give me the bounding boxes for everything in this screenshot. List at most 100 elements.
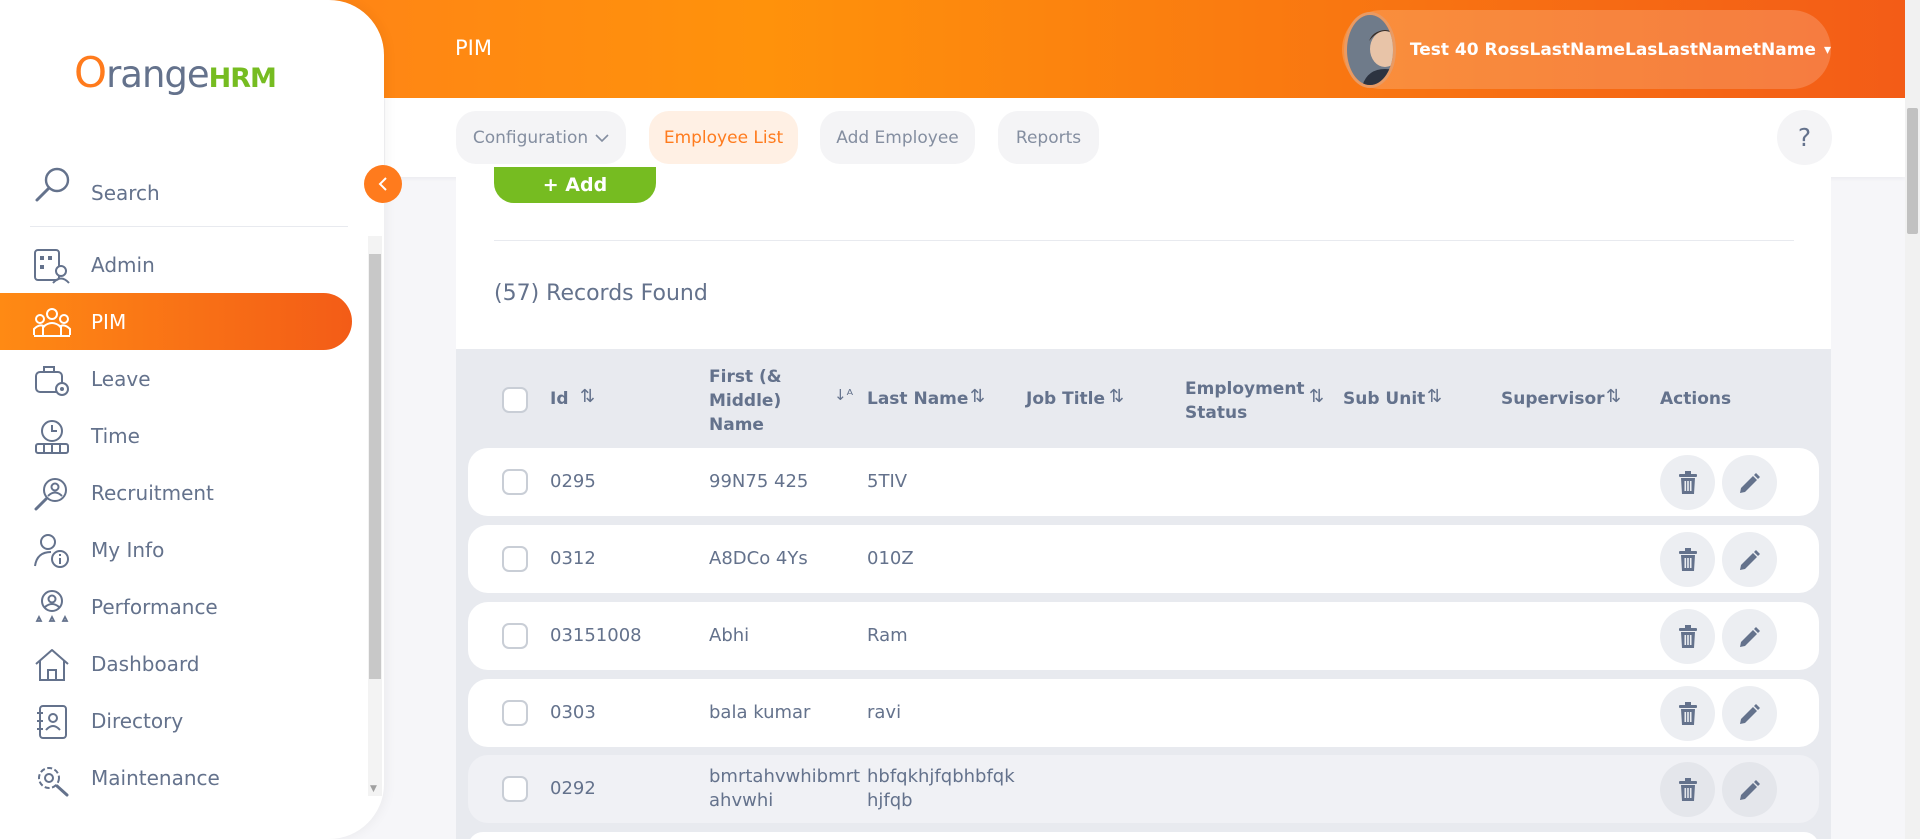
sort-icon[interactable]: ⇅ [1109,386,1124,407]
header-last-name: Last Name [867,389,969,409]
trash-icon [1678,777,1697,801]
search-label: Search [91,181,160,205]
edit-button[interactable] [1722,686,1777,741]
table-row[interactable]: 0303 bala kumar ravi [468,679,1819,747]
tab-employee-list[interactable]: Employee List [649,111,798,164]
header-job-title: Job Title [1026,389,1105,409]
pencil-icon [1739,703,1760,724]
sidebar-item-label: Performance [91,594,218,619]
cell-id: 0292 [550,778,596,799]
records-found-label: (57) Records Found [494,281,708,306]
pencil-icon [1739,549,1760,570]
table-row[interactable]: 0312 A8DCo 4Ys 010Z [468,525,1819,593]
sort-icon[interactable]: ⇅ [970,386,985,407]
sidebar-item-time[interactable]: Time [0,407,352,464]
cell-last-name-cont: hjfqb [867,790,913,811]
select-all-checkbox[interactable] [502,387,528,413]
my-info-icon [34,534,69,568]
table-row[interactable]: 0295 99N75 425 5TIV [468,448,1819,516]
performance-icon [35,590,69,622]
delete-button[interactable] [1660,455,1715,510]
sidebar-item-performance[interactable]: Performance [0,578,352,635]
edit-button[interactable] [1722,532,1777,587]
divider [494,240,1794,241]
page-scrollbar[interactable] [1905,0,1920,839]
configuration-menu[interactable]: Configuration [456,111,626,164]
sidebar-item-directory[interactable]: Directory [0,692,352,749]
admin-icon [34,249,70,284]
help-button[interactable]: ? [1777,110,1832,165]
header-employment-status-line2: Status [1185,403,1248,423]
pencil-icon [1739,472,1760,493]
header-first-name-line3: Name [709,415,764,435]
collapse-sidebar-button[interactable] [364,165,402,203]
cell-first-name: Abhi [709,625,750,646]
sidebar-item-label: Maintenance [91,765,220,790]
row-checkbox[interactable] [502,623,528,649]
sidebar-item-recruitment[interactable]: Recruitment [0,464,352,521]
sidebar-item-leave[interactable]: Leave [0,350,352,407]
sidebar-item-label: PIM [91,309,127,334]
add-employee-button[interactable]: + Add [494,167,656,203]
cell-first-name: bala kumar [709,702,811,723]
edit-button[interactable] [1722,762,1777,817]
cell-last-name: 010Z [867,548,914,569]
trash-icon [1678,470,1697,494]
module-title: PIM [455,36,492,60]
row-checkbox[interactable] [502,546,528,572]
edit-button[interactable] [1722,455,1777,510]
edit-button[interactable] [1722,609,1777,664]
tab-reports[interactable]: Reports [998,111,1099,164]
logo-o: O [74,48,107,97]
trash-icon [1678,624,1697,648]
sidebar-item-dashboard[interactable]: Dashboard [0,635,352,692]
header-first-name-line1: First (& [709,367,782,387]
header-first-name-line2: Middle) [709,391,782,411]
row-checkbox[interactable] [502,469,528,495]
table-row[interactable]: 0292 bmrtahvwhibmrt ahvwhi hbfqkhjfqbhbf… [468,755,1819,823]
employee-table: Id ⇅ First (& Middle) Name ↓ᴬ Last Name … [456,349,1831,839]
logo-hrm: HRM [208,63,277,94]
row-checkbox[interactable] [502,776,528,802]
sort-ascending-icon[interactable]: ↓ᴬ [834,386,853,404]
user-avatar [1344,11,1396,88]
sort-icon[interactable]: ⇅ [580,386,595,407]
sidebar-item-admin[interactable]: Admin [0,236,352,293]
sidebar-item-pim[interactable]: PIM [0,293,352,350]
page-scrollbar-thumb[interactable] [1907,108,1918,234]
table-row[interactable] [468,832,1819,839]
sidebar-item-label: Recruitment [91,480,214,505]
trash-icon [1678,547,1697,571]
cell-last-name: 5TIV [867,471,908,492]
configuration-label: Configuration [472,127,589,148]
sidebar-item-label: Admin [91,252,155,277]
delete-button[interactable] [1660,609,1715,664]
sidebar-search[interactable]: Search [30,163,348,227]
tab-add-employee[interactable]: Add Employee [820,111,975,164]
header-id: Id [550,389,569,409]
sidebar-item-label: Dashboard [91,651,200,676]
sidebar-scrollbar-thumb[interactable] [369,254,381,679]
cell-last-name: hbfqkhjfqbhbfqk [867,766,1015,787]
delete-button[interactable] [1660,762,1715,817]
cell-first-name-cont: ahvwhi [709,790,774,811]
sort-icon[interactable]: ⇅ [1606,386,1621,407]
scroll-down-arrow-icon[interactable]: ▼ [370,784,377,794]
sidebar-scrollbar[interactable]: ▼ [368,236,382,796]
sidebar-item-maintenance[interactable]: Maintenance [0,749,352,806]
sidebar: OrangeHRM Search Admin PIM Leave Time Re… [0,0,384,839]
header-sub-unit: Sub Unit [1343,389,1426,409]
trash-icon [1678,701,1697,725]
row-checkbox[interactable] [502,700,528,726]
table-row[interactable]: 03151008 Abhi Ram [468,602,1819,670]
recruitment-icon [34,478,67,511]
sort-icon[interactable]: ⇅ [1309,386,1324,407]
user-dropdown[interactable]: Test 40 RossLastNameLasLastNametName ▾ [1342,10,1831,89]
sidebar-item-my-info[interactable]: My Info [0,521,352,578]
delete-button[interactable] [1660,686,1715,741]
sort-icon[interactable]: ⇅ [1427,386,1442,407]
search-icon [35,167,70,202]
cell-id: 0303 [550,702,596,723]
delete-button[interactable] [1660,532,1715,587]
sidebar-item-label: My Info [91,537,165,562]
